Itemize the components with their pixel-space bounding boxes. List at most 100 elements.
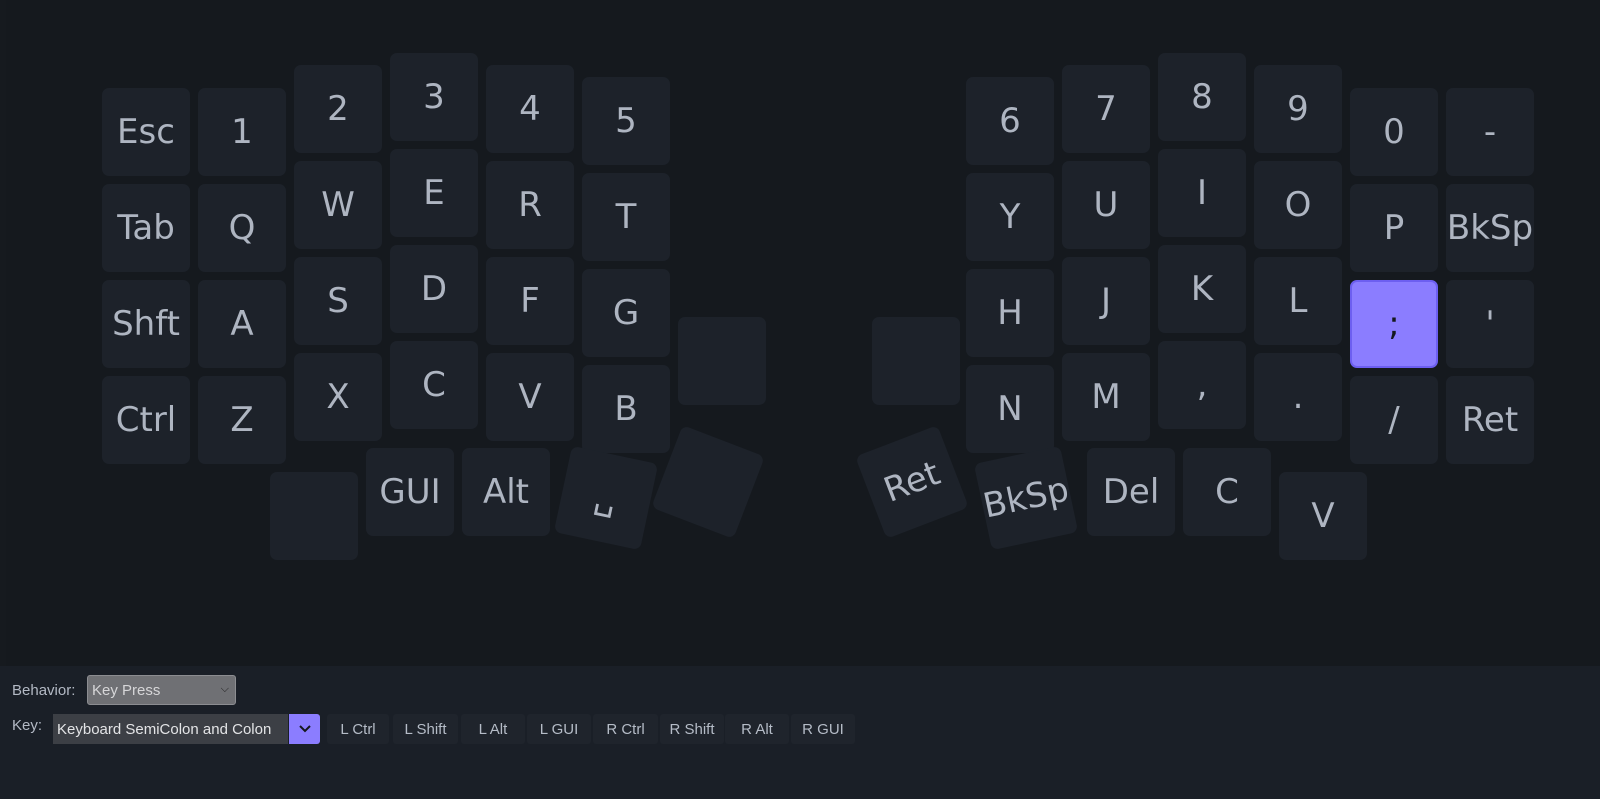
right-key[interactable]: 6: [966, 77, 1054, 165]
key-label: V: [518, 377, 542, 417]
right-key[interactable]: P: [1350, 184, 1438, 272]
right-key[interactable]: O: [1254, 161, 1342, 249]
left-key[interactable]: 4: [486, 65, 574, 153]
right-key[interactable]: I: [1158, 149, 1246, 237]
left-key[interactable]: Shft: [102, 280, 190, 368]
key-label: Alt: [482, 472, 530, 512]
left-blank-key[interactable]: [678, 317, 766, 405]
left-blank-key[interactable]: [270, 472, 358, 560]
key-label: GUI: [379, 472, 441, 512]
right-key[interactable]: K: [1158, 245, 1246, 333]
key-label: M: [1091, 377, 1121, 417]
left-key[interactable]: A: [198, 280, 286, 368]
left-key[interactable]: Z: [198, 376, 286, 464]
modifier-toggle-l-gui[interactable]: L GUI: [527, 714, 591, 744]
left-key[interactable]: B: [582, 365, 670, 453]
left-key[interactable]: S: [294, 257, 382, 345]
left-key[interactable]: D: [390, 245, 478, 333]
right-key[interactable]: ': [1446, 280, 1534, 368]
left-key[interactable]: Q: [198, 184, 286, 272]
right-key[interactable]: V: [1279, 472, 1367, 560]
key-label: C: [422, 365, 446, 405]
modifier-toggle-l-alt[interactable]: L Alt: [461, 714, 525, 744]
left-key[interactable]: 5: [582, 77, 670, 165]
key-label: Key:: [12, 717, 43, 734]
right-key[interactable]: -: [1446, 88, 1534, 176]
key-label: L: [1288, 281, 1308, 321]
right-key[interactable]: 7: [1062, 65, 1150, 153]
key-label: V: [1311, 496, 1335, 536]
left-key[interactable]: V: [486, 353, 574, 441]
left-key[interactable]: W: [294, 161, 382, 249]
key-label: 2: [327, 89, 349, 129]
left-key[interactable]: F: [486, 257, 574, 345]
right-key[interactable]: Ret: [1446, 376, 1534, 464]
right-key[interactable]: C: [1183, 448, 1271, 536]
modifier-toggle-r-gui[interactable]: R GUI: [791, 714, 855, 744]
right-blank-key[interactable]: [872, 317, 960, 405]
key-label: P: [1383, 208, 1405, 248]
key-label: C: [1215, 472, 1239, 512]
key-label: ;: [1388, 304, 1400, 344]
key-label: Ctrl: [115, 400, 177, 440]
right-key[interactable]: H: [966, 269, 1054, 357]
key-label: E: [423, 173, 445, 213]
behavior-value: Key Press: [92, 681, 161, 699]
right-key[interactable]: BkSp: [973, 445, 1079, 551]
key-label: ␣: [591, 476, 621, 520]
left-key[interactable]: Tab: [102, 184, 190, 272]
left-key[interactable]: Esc: [102, 88, 190, 176]
key-label: W: [321, 185, 355, 225]
key-label: K: [1190, 269, 1214, 309]
left-key[interactable]: X: [294, 353, 382, 441]
key-label: F: [520, 281, 540, 321]
key-label: 9: [1287, 89, 1309, 129]
right-key[interactable]: 9: [1254, 65, 1342, 153]
key-label: Z: [230, 400, 254, 440]
right-key[interactable]: 8: [1158, 53, 1246, 141]
key-label: A: [230, 304, 254, 344]
left-key[interactable]: E: [390, 149, 478, 237]
key-dropdown-button[interactable]: [289, 714, 320, 744]
behavior-select[interactable]: Key Press ⌵: [87, 675, 236, 705]
key-label: /: [1388, 400, 1400, 440]
left-key[interactable]: GUI: [366, 448, 454, 536]
left-key[interactable]: 2: [294, 65, 382, 153]
left-key[interactable]: G: [582, 269, 670, 357]
right-key[interactable]: .: [1254, 353, 1342, 441]
key-label: J: [1100, 281, 1112, 321]
modifier-toggle-r-ctrl[interactable]: R Ctrl: [593, 714, 658, 744]
modifier-toggle-r-alt[interactable]: R Alt: [725, 714, 789, 744]
left-key[interactable]: 3: [390, 53, 478, 141]
left-key[interactable]: R: [486, 161, 574, 249]
right-key[interactable]: Ret: [855, 425, 969, 539]
right-key[interactable]: L: [1254, 257, 1342, 345]
right-key[interactable]: ,: [1158, 341, 1246, 429]
left-key[interactable]: ␣: [553, 445, 659, 551]
right-key[interactable]: ;: [1350, 280, 1438, 368]
right-key[interactable]: Del: [1087, 448, 1175, 536]
right-key[interactable]: Y: [966, 173, 1054, 261]
right-key[interactable]: BkSp: [1446, 184, 1534, 272]
key-label: ,: [1196, 365, 1208, 405]
left-key[interactable]: Ctrl: [102, 376, 190, 464]
right-key[interactable]: 0: [1350, 88, 1438, 176]
right-key[interactable]: /: [1350, 376, 1438, 464]
modifier-toggle-r-shift[interactable]: R Shift: [660, 714, 724, 744]
chevron-down-icon: [298, 725, 311, 733]
right-key[interactable]: U: [1062, 161, 1150, 249]
key-search-input[interactable]: Keyboard SemiColon and Colon: [53, 714, 288, 744]
key-label: D: [420, 269, 448, 309]
key-label: Ret: [878, 453, 946, 511]
right-key[interactable]: J: [1062, 257, 1150, 345]
modifier-toggle-l-ctrl[interactable]: L Ctrl: [327, 714, 389, 744]
modifier-toggle-l-shift[interactable]: L Shift: [393, 714, 458, 744]
right-key[interactable]: M: [1062, 353, 1150, 441]
key-label: Del: [1102, 472, 1160, 512]
left-key[interactable]: C: [390, 341, 478, 429]
key-label: T: [615, 197, 637, 237]
left-key[interactable]: Alt: [462, 448, 550, 536]
left-key[interactable]: T: [582, 173, 670, 261]
right-key[interactable]: N: [966, 365, 1054, 453]
left-key[interactable]: 1: [198, 88, 286, 176]
